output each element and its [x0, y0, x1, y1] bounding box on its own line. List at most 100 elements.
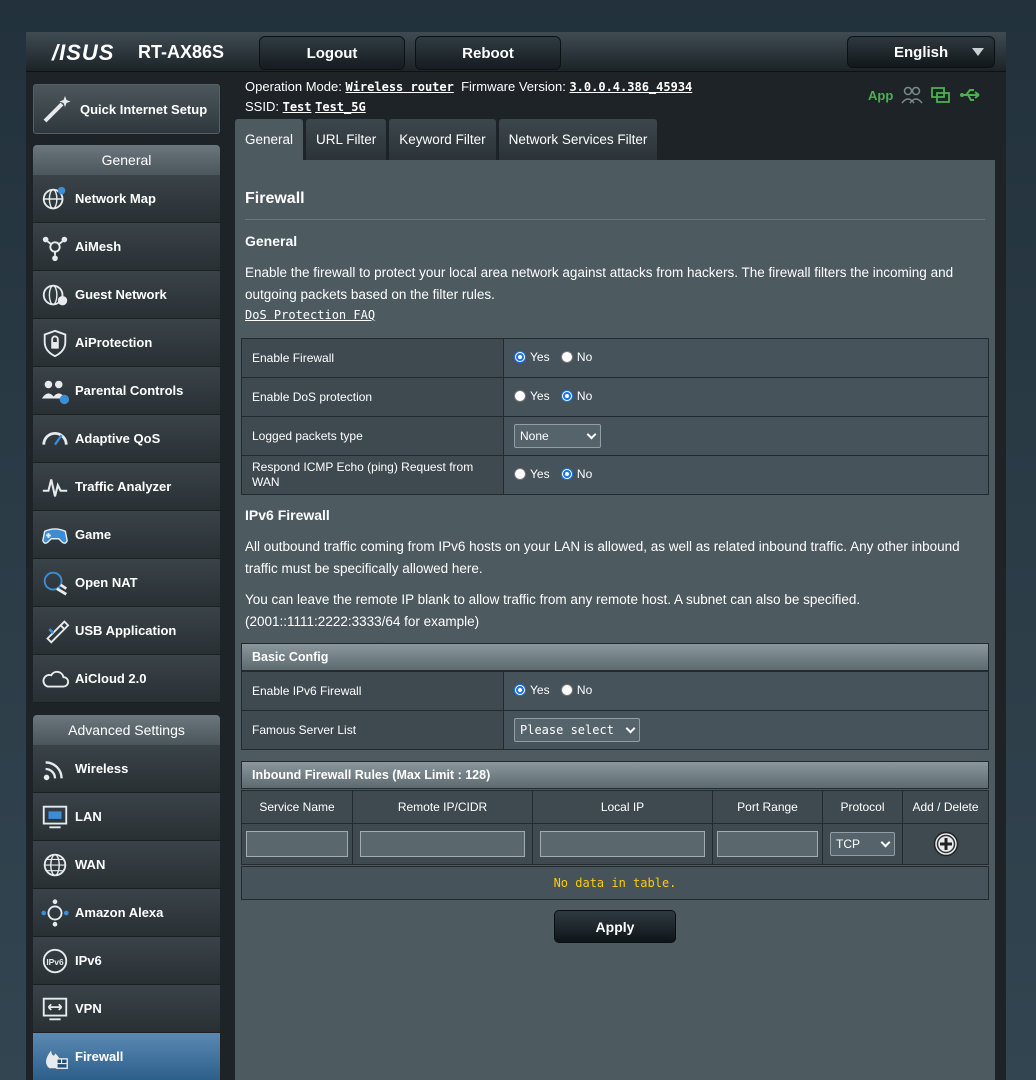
sidebar-item-label: Guest Network — [75, 287, 167, 302]
enable-firewall-yes-radio[interactable]: Yes — [514, 350, 550, 364]
ssid-link-2[interactable]: Test_5G — [315, 100, 366, 114]
radio-unselected-icon — [560, 684, 573, 696]
yes-label: Yes — [530, 683, 550, 697]
rules-input-row: TCP — [241, 823, 989, 865]
sidebar-item-game[interactable]: Game — [33, 511, 220, 559]
port-range-input[interactable] — [717, 831, 818, 857]
dos-faq-link[interactable]: DoS Protection FAQ — [245, 308, 375, 322]
sidebar-item-firewall[interactable]: Firewall — [33, 1033, 220, 1080]
sidebar-item-adaptive-qos[interactable]: Adaptive QoS — [33, 415, 220, 463]
local-ip-input[interactable] — [540, 831, 705, 857]
col-service-name: Service Name — [241, 790, 353, 824]
logout-button[interactable]: Logout — [259, 36, 405, 70]
sidebar-item-network-map[interactable]: Network Map — [33, 175, 220, 223]
sidebar-item-aiprotection[interactable]: AiProtection — [33, 319, 220, 367]
sidebar-item-label: Network Map — [75, 191, 156, 206]
sidebar-item-amazon-alexa[interactable]: Amazon Alexa — [33, 889, 220, 937]
sidebar-item-label: Game — [75, 527, 112, 542]
radio-unselected-icon — [560, 351, 573, 363]
firmware-label: Firmware Version: — [461, 79, 566, 94]
tab-keyword-filter[interactable]: Keyword Filter — [389, 119, 496, 160]
firewall-settings-table: Enable Firewall Yes No Enable DoS protec… — [241, 338, 989, 495]
enable-firewall-no-radio[interactable]: No — [560, 350, 593, 364]
reboot-button[interactable]: Reboot — [415, 36, 561, 70]
sidebar-item-label: Adaptive QoS — [75, 431, 161, 446]
quick-internet-setup-button[interactable]: Quick Internet Setup — [33, 84, 220, 134]
svg-text:IPv6: IPv6 — [46, 956, 64, 966]
yes-label: Yes — [530, 467, 550, 481]
network-icon[interactable] — [931, 86, 951, 104]
logged-packets-label: Logged packets type — [241, 416, 504, 456]
radio-selected-icon — [560, 390, 573, 402]
inbound-rules-header: Inbound Firewall Rules (Max Limit : 128) — [241, 761, 989, 789]
enable-dos-yes-radio[interactable]: Yes — [514, 389, 550, 403]
language-select[interactable]: English — [847, 36, 995, 68]
sidebar-item-label: Firewall — [75, 1049, 124, 1064]
col-protocol: Protocol — [822, 790, 903, 824]
ssid-link-1[interactable]: Test — [283, 100, 312, 114]
enable-dos-label: Enable DoS protection — [241, 377, 504, 417]
famous-server-select[interactable]: Please select — [514, 718, 640, 742]
sidebar-item-wireless[interactable]: Wireless — [33, 745, 220, 793]
sidebar-item-traffic-analyzer[interactable]: Traffic Analyzer — [33, 463, 220, 511]
op-mode-link[interactable]: Wireless router — [345, 80, 453, 94]
remote-ip-input[interactable] — [360, 831, 525, 857]
speedometer-icon — [39, 423, 71, 455]
sidebar-item-aicloud-2-0[interactable]: AiCloud 2.0 — [33, 655, 220, 703]
enable-dos-row: Enable DoS protection Yes No — [241, 377, 989, 417]
page-title: Firewall — [245, 190, 305, 207]
app-link[interactable]: App — [868, 88, 893, 103]
sidebar-item-guest-network[interactable]: Guest Network — [33, 271, 220, 319]
famous-server-value: Please select — [520, 723, 614, 737]
sidebar-item-open-nat[interactable]: Open NAT — [33, 559, 220, 607]
no-label: No — [576, 350, 593, 364]
general-heading: General — [33, 145, 220, 175]
yes-label: Yes — [530, 350, 550, 364]
usb-icon — [39, 615, 71, 647]
enable-ipv6-fw-no-radio[interactable]: No — [560, 683, 592, 697]
model-name: RT-AX86S — [138, 42, 225, 62]
service-name-cell — [241, 823, 353, 865]
protocol-cell: TCP — [822, 823, 903, 865]
col-add-delete: Add / Delete — [902, 790, 989, 824]
firmware-link[interactable]: 3.0.0.4.386_45934 — [569, 80, 692, 94]
caret-down-icon — [972, 48, 984, 56]
sidebar-item-usb-application[interactable]: USB Application — [33, 607, 220, 655]
logged-packets-value: None — [520, 429, 549, 443]
status-icons: App — [868, 86, 983, 104]
protocol-select[interactable]: TCP — [830, 832, 895, 856]
radio-selected-icon — [560, 468, 573, 480]
sidebar-item-vpn[interactable]: VPN — [33, 985, 220, 1033]
enable-dos-no-radio[interactable]: No — [560, 389, 593, 403]
enable-ipv6-fw-yes-radio[interactable]: Yes — [514, 683, 550, 697]
apply-button[interactable]: Apply — [554, 910, 676, 943]
sidebar-item-label: Open NAT — [75, 575, 138, 590]
logged-packets-select[interactable]: None — [514, 424, 601, 448]
tab-general[interactable]: General — [235, 119, 304, 160]
chevron-down-icon — [880, 837, 891, 847]
chevron-down-icon — [586, 429, 597, 439]
qis-label: Quick Internet Setup — [80, 101, 208, 117]
enable-ipv6-firewall-row: Enable IPv6 Firewall Yes No — [241, 671, 989, 711]
basic-config-table: Enable IPv6 Firewall Yes No Famous Serve… — [241, 671, 989, 750]
sidebar-item-aimesh[interactable]: AiMesh — [33, 223, 220, 271]
clients-icon[interactable] — [901, 86, 923, 104]
service-name-input[interactable] — [246, 831, 348, 857]
sidebar-item-ipv6[interactable]: IPv6 IPv6 — [33, 937, 220, 985]
protocol-value: TCP — [836, 837, 860, 851]
add-circle-icon[interactable] — [933, 831, 959, 857]
usb-status-icon[interactable] — [959, 87, 983, 103]
tab-url-filter[interactable]: URL Filter — [306, 119, 387, 160]
respond-icmp-no-radio[interactable]: No — [560, 467, 592, 481]
sidebar-item-label: WAN — [75, 857, 106, 872]
sidebar-item-label: AiProtection — [75, 335, 153, 350]
logged-packets-row: Logged packets type None — [241, 416, 989, 456]
cloud-icon — [39, 663, 71, 695]
tab-network-services-filter[interactable]: Network Services Filter — [498, 119, 658, 160]
lan-icon — [39, 801, 71, 833]
sidebar-item-parental-controls[interactable]: Parental Controls — [33, 367, 220, 415]
sidebar-item-lan[interactable]: LAN — [33, 793, 220, 841]
sidebar-item-wan[interactable]: WAN — [33, 841, 220, 889]
respond-icmp-yes-radio[interactable]: Yes — [514, 467, 550, 481]
no-label: No — [576, 389, 593, 403]
